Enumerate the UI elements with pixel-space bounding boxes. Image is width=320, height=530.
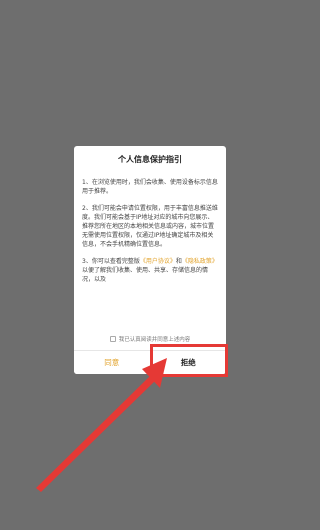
- paragraph-3: 3、你可以查看完整版《用户协议》和《隐私政策》以便了解我们收集、使用、共享、存储…: [82, 257, 218, 284]
- consent-label: 我已认真阅读并同意上述内容: [118, 337, 191, 343]
- consent-row[interactable]: 我已认真阅读并同意上述内容: [74, 332, 226, 346]
- agree-button[interactable]: 同意: [74, 351, 150, 374]
- paragraph-1: 1、在浏览使用时，我们会收集、使用设备标示信息用于推荐。: [82, 179, 218, 195]
- paragraph-3-suffix: 以便了解我们收集、使用、共享、存储信息的情况，以及: [82, 267, 209, 283]
- privacy-dialog: 个人信息保护指引 1、在浏览使用时，我们会收集、使用设备标示信息用于推荐。 2、…: [74, 146, 226, 374]
- paragraph-2: 2、我们可能会申请位置权限，用于丰富信息推送维度。我们可能会基于IP地址对应的城…: [82, 205, 218, 248]
- dialog-buttons: 同意 拒绝: [74, 351, 226, 374]
- reject-button[interactable]: 拒绝: [149, 351, 226, 374]
- consent-checkbox[interactable]: [109, 336, 116, 342]
- dialog-title: 个人信息保护指引: [118, 155, 182, 164]
- user-agreement-link[interactable]: 《用户协议》: [140, 258, 176, 265]
- privacy-policy-link[interactable]: 《隐私政策》: [182, 258, 218, 265]
- paragraph-3-prefix: 3、你可以查看完整版: [82, 258, 140, 265]
- arrow-shaft: [36, 376, 155, 492]
